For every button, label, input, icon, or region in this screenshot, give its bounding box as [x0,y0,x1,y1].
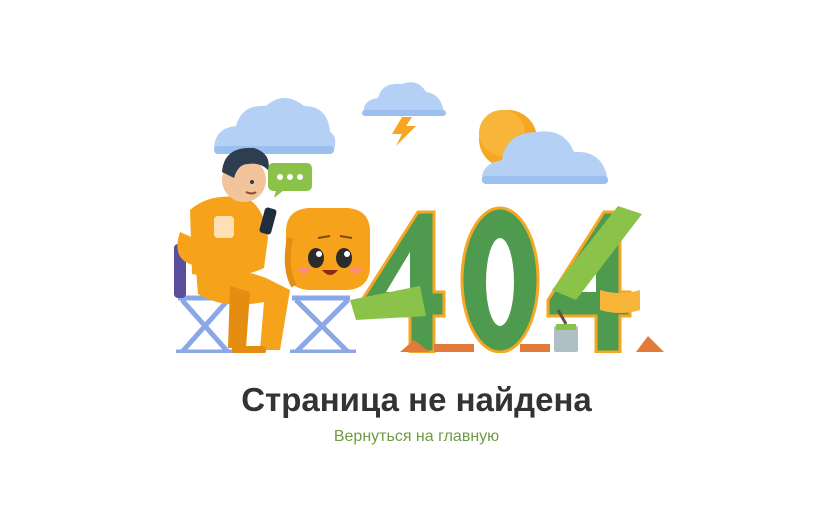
cloud-icon [362,82,446,116]
box-mascot [284,208,370,290]
home-link[interactable]: Вернуться на главную [0,427,833,447]
chat-bubble-icon [268,163,312,198]
page-title: Страница не найдена [241,381,592,418]
cloud-icon [214,98,336,154]
error-code-art [350,206,664,354]
lightning-icon [392,117,416,146]
error-page: Страница не найдена Вернуться на главную [0,0,833,516]
not-found-illustration [160,82,676,355]
